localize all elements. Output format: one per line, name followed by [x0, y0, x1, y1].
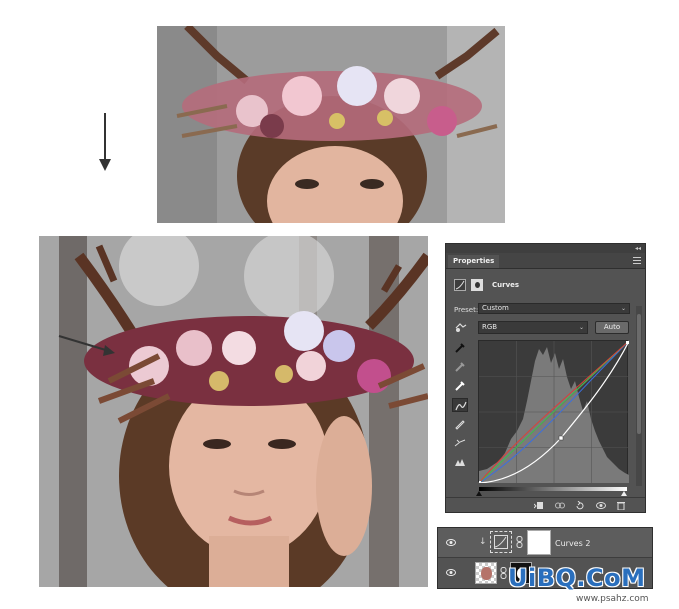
adjustment-header: Curves [454, 279, 639, 293]
black-point-eyedropper-icon[interactable] [452, 341, 468, 355]
preset-value: Custom [482, 304, 509, 312]
black-point-slider[interactable] [476, 491, 482, 496]
adjustment-name: Curves [492, 281, 520, 289]
panel-scroll-thumb[interactable] [637, 314, 641, 434]
layer-mask-thumbnail[interactable] [527, 530, 551, 555]
after-photo-art [39, 236, 428, 587]
smooth-curve-icon[interactable] [452, 436, 468, 450]
curves-graph-art [479, 341, 629, 483]
gray-point-eyedropper-icon[interactable] [452, 360, 468, 374]
clipping-arrow-icon: ↓ [479, 537, 487, 547]
before-photo-art [157, 26, 505, 223]
clip-to-layer-icon[interactable] [534, 501, 544, 510]
auto-button[interactable]: Auto [595, 321, 629, 334]
layer-mask-icon[interactable] [471, 279, 483, 291]
photo-layer-thumbnail[interactable] [475, 562, 497, 584]
chevron-down-icon: ⌄ [620, 305, 626, 312]
curves-layer-thumbnail[interactable] [490, 531, 512, 553]
watermark-logo: UiBQ.CoM [508, 564, 646, 592]
curves-adjustment-icon[interactable] [454, 279, 466, 291]
down-arrow-icon [99, 113, 111, 171]
preset-dropdown[interactable]: Custom ⌄ [478, 303, 630, 314]
pencil-draw-icon[interactable] [452, 417, 468, 431]
white-point-slider[interactable] [621, 491, 627, 496]
preset-label: Preset: [454, 306, 479, 314]
tab-properties[interactable]: Properties [448, 255, 500, 268]
panel-bottom-toolbar [446, 497, 645, 512]
tutorial-canvas: ◂◂ Properties Curves Preset: Custom ⌄ RG… [0, 0, 679, 609]
edit-points-curve-icon[interactable] [452, 398, 468, 412]
watermark-url: www.psahz.com [576, 594, 649, 604]
visibility-eye-icon[interactable] [446, 539, 456, 546]
visibility-eye-icon[interactable] [596, 501, 606, 510]
before-photo [157, 26, 505, 223]
properties-panel: ◂◂ Properties Curves Preset: Custom ⌄ RG… [445, 243, 646, 513]
panel-menu-icon[interactable] [633, 257, 641, 264]
layer-row[interactable]: ↓ Curves 2 [438, 528, 652, 558]
panel-tabbar: Properties [446, 253, 645, 269]
collapse-panel-icon[interactable]: ◂◂ [635, 245, 641, 252]
trash-icon[interactable] [616, 501, 626, 510]
visibility-eye-icon[interactable] [446, 569, 456, 576]
reset-icon[interactable] [575, 501, 585, 510]
view-previous-state-icon[interactable] [555, 501, 565, 510]
link-chain-icon[interactable] [516, 536, 523, 548]
channel-value: RGB [482, 323, 498, 331]
on-image-adjust-icon[interactable] [454, 322, 468, 333]
after-photo [39, 236, 428, 587]
white-point-eyedropper-icon[interactable] [452, 379, 468, 393]
input-gradient-bar [479, 487, 627, 491]
channel-dropdown[interactable]: RGB ⌄ [478, 321, 588, 334]
panel-titlebar[interactable]: ◂◂ [446, 244, 645, 253]
chevron-down-icon: ⌄ [578, 324, 584, 331]
curves-graph[interactable] [478, 340, 629, 483]
layer-name[interactable]: Curves 2 [555, 539, 590, 548]
clipping-warning-icon[interactable] [452, 455, 468, 469]
link-chain-icon[interactable] [500, 567, 507, 579]
